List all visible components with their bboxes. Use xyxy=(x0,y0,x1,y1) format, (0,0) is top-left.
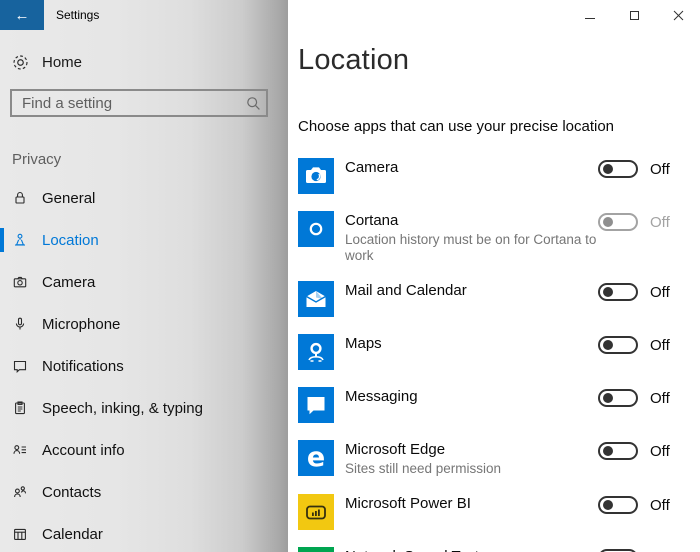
toggle-state-label: Off xyxy=(650,160,670,178)
power-bi-location-toggle[interactable] xyxy=(598,496,638,514)
back-button[interactable]: ← xyxy=(0,0,44,30)
app-description: Location history must be on for Cortana … xyxy=(345,232,597,263)
app-row-microsoft-edge: e Microsoft Edge Sites still need permis… xyxy=(298,440,674,477)
app-row-network-speed-test: Network Speed Test Off xyxy=(298,547,674,552)
sidebar-item-camera[interactable]: Camera xyxy=(0,261,288,303)
maximize-icon xyxy=(629,10,639,20)
minimize-button[interactable] xyxy=(568,0,612,30)
maximize-button[interactable] xyxy=(612,0,656,30)
sidebar-item-label: Home xyxy=(42,54,83,71)
sidebar-item-general[interactable]: General xyxy=(0,177,288,219)
toggle-state-label: Off xyxy=(650,389,670,407)
section-header-privacy: Privacy xyxy=(12,151,62,168)
sidebar-item-label: Account info xyxy=(42,441,125,459)
toggle-state-label: Off xyxy=(650,496,670,514)
edge-logo-letter: e xyxy=(306,442,326,473)
magnifier-icon[interactable] xyxy=(240,96,266,111)
sidebar-item-location[interactable]: Location xyxy=(0,219,288,261)
maps-location-toggle[interactable] xyxy=(598,336,638,354)
sidebar-item-label: Microphone xyxy=(42,315,121,333)
camera-app-icon xyxy=(298,158,334,194)
close-button[interactable] xyxy=(656,0,700,30)
person-lines-icon xyxy=(12,442,28,458)
app-row-cortana: Cortana Location history must be on for … xyxy=(298,211,674,264)
minimize-icon xyxy=(585,17,595,19)
app-name: Cortana xyxy=(345,212,399,229)
search-box[interactable] xyxy=(10,89,268,117)
lock-icon xyxy=(12,190,28,206)
sidebar-item-label: Contacts xyxy=(42,483,102,501)
sidebar-item-label: Location xyxy=(42,231,99,249)
sidebar-item-label: Speech, inking, & typing xyxy=(42,399,203,417)
sidebar-item-label: Camera xyxy=(42,273,96,291)
app-name: Microsoft Power BI xyxy=(345,495,471,512)
camera-location-toggle[interactable] xyxy=(598,160,638,178)
sidebar-item-microphone[interactable]: Microphone xyxy=(0,303,288,345)
calendar-icon xyxy=(12,526,28,542)
selection-indicator xyxy=(0,228,4,252)
clipboard-icon xyxy=(12,400,28,416)
cortana-app-icon xyxy=(298,211,334,247)
microphone-icon xyxy=(12,316,28,332)
toggle-knob xyxy=(603,217,613,227)
messaging-app-icon xyxy=(298,387,334,423)
location-settings-pane: Location Choose apps that can use your p… xyxy=(288,0,700,552)
mail-app-icon xyxy=(298,281,334,317)
toggle-knob xyxy=(603,340,613,350)
toggle-knob xyxy=(603,393,613,403)
app-description: Sites still need permission xyxy=(345,461,502,476)
speech-bubble-icon xyxy=(12,358,28,374)
app-name: Mail and Calendar xyxy=(345,282,467,299)
toggle-knob xyxy=(603,164,613,174)
app-row-camera: Camera Off xyxy=(298,158,674,194)
sidebar-item-label: Calendar xyxy=(42,525,103,543)
search-input[interactable] xyxy=(12,94,240,112)
camera-icon xyxy=(12,274,28,290)
app-permission-list: Camera Off Cortana Location history must… xyxy=(298,158,674,552)
privacy-nav-list: General Location Camera Microphone Notif… xyxy=(0,177,288,552)
sidebar-item-account-info[interactable]: Account info xyxy=(0,429,288,471)
sidebar-item-label: General xyxy=(42,189,96,207)
location-marker-icon xyxy=(12,232,28,248)
sidebar-item-speech-inking-typing[interactable]: Speech, inking, & typing xyxy=(0,387,288,429)
edge-location-toggle[interactable] xyxy=(598,442,638,460)
maps-app-icon xyxy=(298,334,334,370)
back-arrow-icon: ← xyxy=(14,6,30,24)
sidebar-item-contacts[interactable]: Contacts xyxy=(0,471,288,513)
app-row-microsoft-power-bi: Microsoft Power BI Off xyxy=(298,494,674,530)
toggle-state-label: Off xyxy=(650,442,670,460)
edge-app-icon: e xyxy=(298,440,334,476)
toggle-knob xyxy=(603,500,613,510)
app-name: Microsoft Edge xyxy=(345,441,446,458)
toggle-state-label: Off xyxy=(650,336,670,354)
app-name: Maps xyxy=(345,335,382,352)
toggle-state-label: Off xyxy=(650,213,670,231)
network-speed-test-app-icon xyxy=(298,547,334,552)
toggle-knob xyxy=(603,287,613,297)
app-row-maps: Maps Off xyxy=(298,334,674,370)
messaging-location-toggle[interactable] xyxy=(598,389,638,407)
sidebar-item-label: Notifications xyxy=(42,357,124,375)
sidebar-item-calendar[interactable]: Calendar xyxy=(0,513,288,552)
window-title: Settings xyxy=(56,8,100,22)
mail-location-toggle[interactable] xyxy=(598,283,638,301)
power-bi-app-icon xyxy=(298,494,334,530)
page-subtitle: Choose apps that can use your precise lo… xyxy=(298,118,615,135)
page-title: Location xyxy=(298,44,410,76)
people-icon xyxy=(12,484,28,500)
app-name: Camera xyxy=(345,159,399,176)
window-controls xyxy=(568,0,700,30)
sidebar-item-notifications[interactable]: Notifications xyxy=(0,345,288,387)
app-name: Network Speed Test xyxy=(345,547,598,552)
toggle-knob xyxy=(603,446,613,456)
close-icon xyxy=(673,10,683,20)
toggle-state-label: Off xyxy=(650,283,670,301)
cortana-location-toggle xyxy=(598,213,638,231)
settings-sidebar: ← Settings Home Privacy Gene xyxy=(0,0,288,552)
sidebar-item-home[interactable]: Home xyxy=(0,50,288,76)
gear-icon xyxy=(12,54,29,71)
app-name: Messaging xyxy=(345,388,418,405)
app-row-mail-and-calendar: Mail and Calendar Off xyxy=(298,281,674,317)
app-row-messaging: Messaging Off xyxy=(298,387,674,423)
